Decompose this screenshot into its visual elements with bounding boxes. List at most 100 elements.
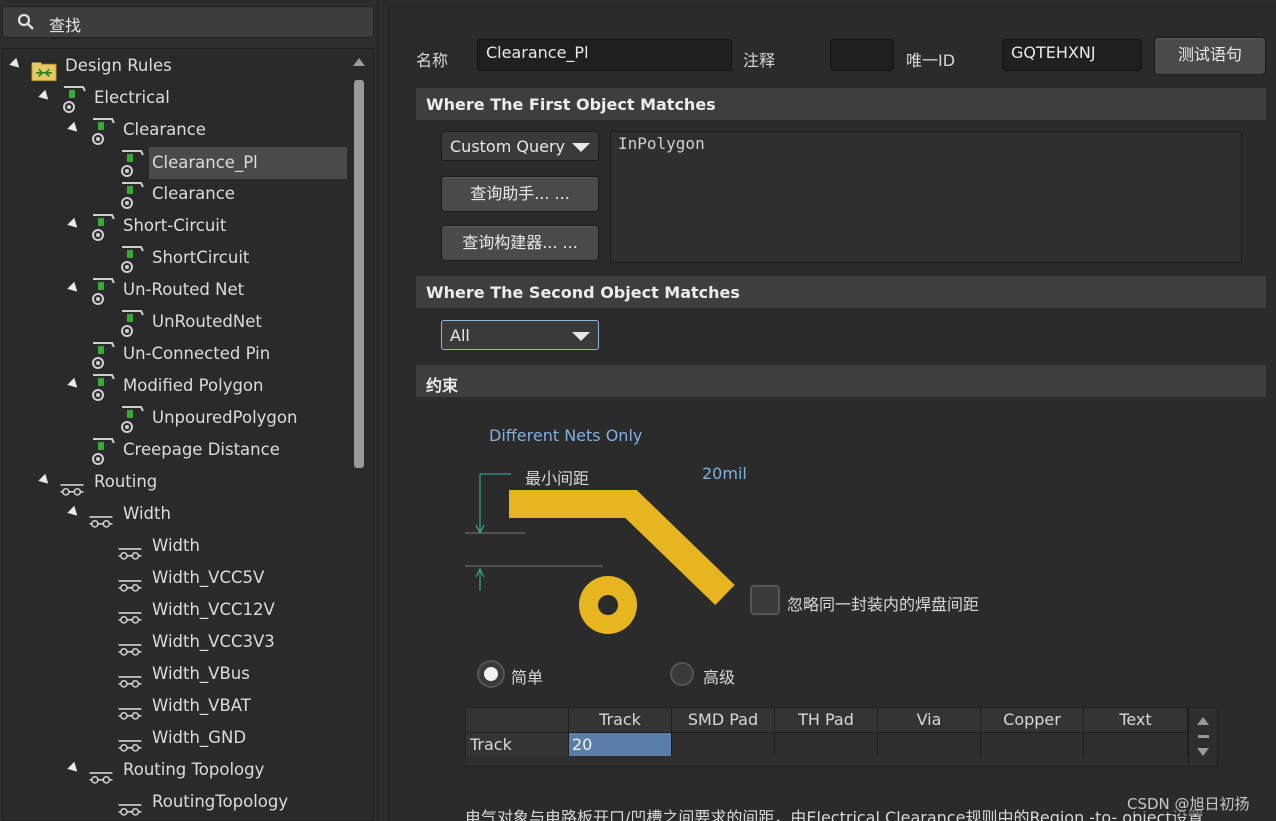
tree-item-width-gnd[interactable]: Width_GND	[3, 725, 353, 753]
matrix-column-header: Copper	[981, 708, 1084, 732]
scroll-up-icon[interactable]	[353, 58, 365, 66]
matrix-cell[interactable]	[878, 732, 981, 756]
tree-item-unconnected-pin[interactable]: Un-Connected Pin	[3, 341, 353, 369]
tree-item-width-vcc5v[interactable]: Width_VCC5V	[3, 565, 353, 593]
tree-item-electrical[interactable]: Electrical	[3, 85, 353, 113]
scrollbar-thumb[interactable]	[354, 80, 364, 468]
tree-item-label: Width_VCC3V3	[152, 632, 275, 651]
expand-arrow-icon[interactable]	[38, 473, 52, 488]
tree-item-width[interactable]: Width	[3, 533, 353, 561]
routing-rule-icon	[60, 484, 84, 496]
tree-item-label: Routing	[94, 472, 158, 491]
tree-item-modified-polygon-group[interactable]: Modified Polygon	[3, 373, 353, 401]
radio-advanced-label: 高级	[703, 668, 736, 687]
comment-label: 注释	[743, 51, 776, 70]
expand-arrow-icon[interactable]	[9, 57, 23, 72]
tree-scrollbar[interactable]	[352, 54, 366, 814]
query-builder-button[interactable]: 查询构建器... ...	[441, 225, 599, 261]
rule-editor-panel: 名称 Clearance_Pl 注释 唯一ID GQTEHXNJ 测试语句 Wh…	[388, 6, 1276, 821]
matrix-column-header: Text	[1084, 708, 1188, 732]
tree-item-label: Routing Topology	[123, 760, 265, 779]
width-rule-icon	[118, 548, 142, 560]
search-icon	[17, 13, 34, 30]
tree-item-design-rules[interactable]: Design Rules	[3, 53, 353, 82]
search-box[interactable]: 查找	[2, 6, 374, 38]
tree-item-label: Modified Polygon	[123, 376, 264, 395]
tree-item-clearance-group[interactable]: Clearance	[3, 117, 353, 145]
watermark: CSDN @旭日初扬	[1125, 793, 1252, 814]
rules-tree-panel: 查找 Design Rules Electrical Clearance Cle…	[0, 0, 378, 821]
expand-arrow-icon[interactable]	[67, 281, 81, 296]
tree-item-label: Clearance	[152, 184, 235, 203]
ignore-pads-checkbox[interactable]	[750, 585, 780, 615]
query-editor[interactable]: InPolygon	[610, 131, 1242, 263]
creepage-rule-icon	[92, 438, 115, 465]
second-object-dropdown[interactable]: All	[441, 320, 599, 350]
scroll-down-icon[interactable]	[1197, 748, 1209, 756]
matrix-cell[interactable]	[775, 732, 878, 756]
matrix-cell[interactable]	[672, 732, 775, 756]
radio-simple-label: 简单	[511, 668, 544, 687]
unique-id-label: 唯一ID	[906, 51, 956, 70]
tree-item-label: Width_VBAT	[152, 696, 251, 715]
radio-advanced[interactable]	[670, 662, 694, 686]
tree-item-creepage-distance[interactable]: Creepage Distance	[3, 437, 353, 465]
expand-arrow-icon[interactable]	[67, 121, 81, 136]
tree-item-width-vbat[interactable]: Width_VBAT	[3, 693, 353, 721]
query-helper-button[interactable]: 查询助手... ...	[441, 176, 599, 212]
tree-item-unpoured-polygon[interactable]: UnpouredPolygon	[3, 405, 353, 433]
width-rule-icon	[118, 708, 142, 720]
net-mode-selector[interactable]: Different Nets Only	[489, 426, 642, 445]
name-field[interactable]: Clearance_Pl	[477, 39, 732, 71]
tree-item-label: Width	[123, 504, 171, 523]
short-circuit-rule-icon	[92, 214, 115, 241]
expand-arrow-icon[interactable]	[38, 89, 52, 104]
tree-item-routingtopology[interactable]: RoutingTopology	[3, 789, 353, 817]
tree-item-routing[interactable]: Routing	[3, 469, 353, 497]
radio-simple[interactable]	[479, 662, 503, 686]
expand-arrow-icon[interactable]	[67, 217, 81, 232]
matrix-column-header: Track	[569, 708, 672, 732]
tree-item-clearance[interactable]: Clearance	[3, 181, 353, 209]
tree-item-unroutednet[interactable]: UnRoutedNet	[3, 309, 353, 337]
first-object-dropdown[interactable]: Custom Query	[441, 131, 599, 161]
matrix-column-header: SMD Pad	[672, 708, 775, 732]
tree-item-width-group[interactable]: Width	[3, 501, 353, 529]
scroll-thumb[interactable]	[1198, 735, 1209, 738]
expand-arrow-icon[interactable]	[67, 761, 81, 776]
unrouted-net-rule-icon	[92, 278, 115, 305]
tree-item-unrouted-net-group[interactable]: Un-Routed Net	[3, 277, 353, 305]
tree-item-short-circuit-group[interactable]: Short-Circuit	[3, 213, 353, 241]
tree-item-width-vcc12v[interactable]: Width_VCC12V	[3, 597, 353, 625]
width-rule-icon	[118, 580, 142, 592]
comment-field[interactable]	[830, 39, 894, 71]
tree-item-routing-topology-group[interactable]: Routing Topology	[3, 757, 353, 785]
expand-arrow-icon[interactable]	[67, 505, 81, 520]
modified-polygon-rule-icon	[92, 374, 115, 401]
matrix-cell[interactable]	[981, 732, 1084, 756]
tree-item-label: Clearance_Pl	[152, 153, 258, 172]
tree-item-width-vcc3v3[interactable]: Width_VCC3V3	[3, 629, 353, 657]
matrix-cell-track-track[interactable]: 20	[569, 732, 672, 756]
width-rule-icon	[118, 644, 142, 656]
dropdown-value: All	[450, 326, 470, 345]
scroll-up-icon[interactable]	[1197, 717, 1209, 725]
dropdown-value: Custom Query	[450, 137, 566, 156]
rules-tree: Design Rules Electrical Clearance Cleara…	[2, 48, 374, 821]
constraints-section-header: 约束	[416, 365, 1266, 397]
tree-item-shortcircuit[interactable]: ShortCircuit	[3, 245, 353, 273]
tree-item-label: Un-Routed Net	[123, 280, 245, 299]
tree-item-width-vbus[interactable]: Width_VBus	[3, 661, 353, 689]
width-rule-icon	[89, 516, 113, 528]
test-query-button[interactable]: 测试语句	[1154, 37, 1266, 75]
clearance-rule-icon	[121, 150, 144, 177]
second-object-section-header: Where The Second Object Matches	[416, 276, 1266, 308]
routing-topology-rule-icon	[118, 804, 142, 816]
tree-item-clearance-pl[interactable]: Clearance_Pl	[3, 147, 353, 179]
matrix-cell[interactable]	[1084, 732, 1188, 756]
matrix-scrollbar[interactable]	[1188, 708, 1217, 766]
tree-item-label: Short-Circuit	[123, 216, 227, 235]
folder-rules-icon	[31, 62, 57, 82]
expand-arrow-icon[interactable]	[67, 377, 81, 392]
unique-id-field[interactable]: GQTEHXNJ	[1002, 39, 1142, 71]
